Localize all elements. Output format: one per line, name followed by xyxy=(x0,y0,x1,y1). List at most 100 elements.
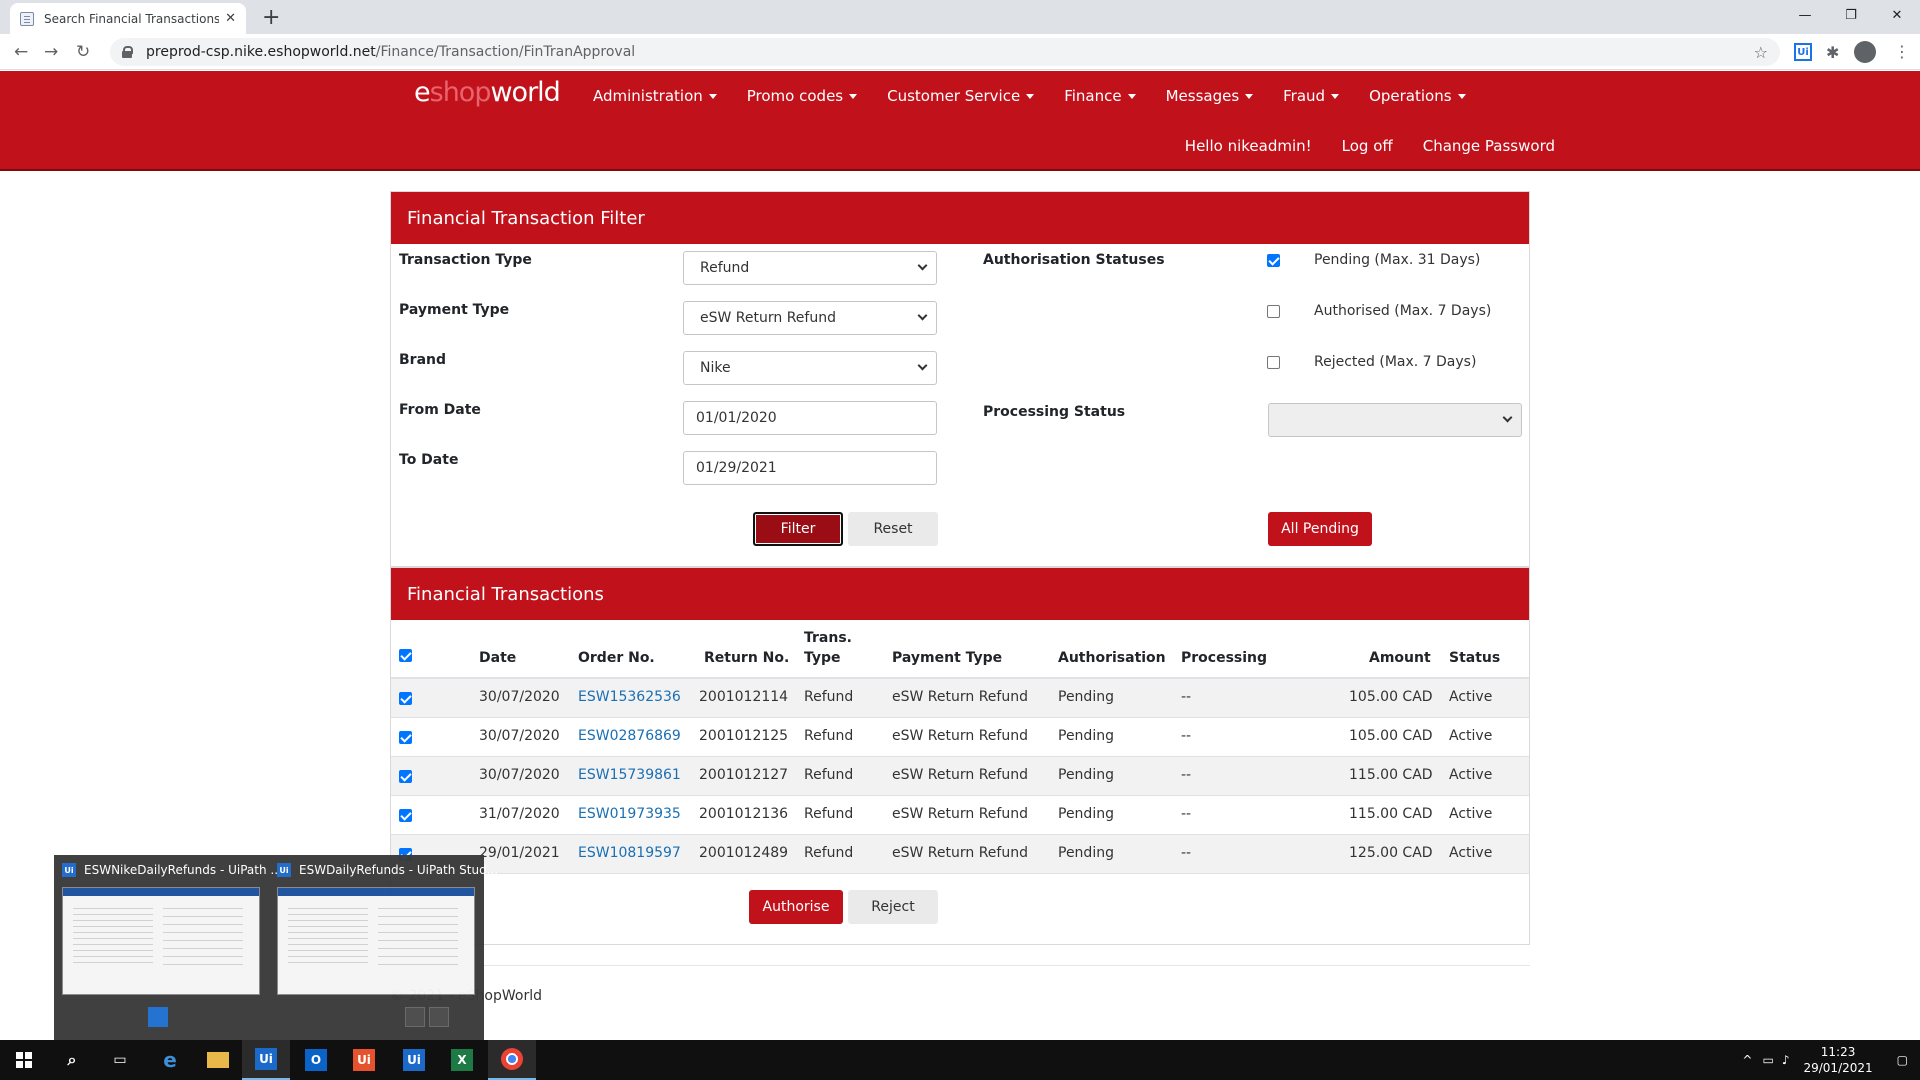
url-host: preprod-csp.nike.eshopworld.net xyxy=(146,44,376,60)
window-preview xyxy=(62,887,260,995)
order-link[interactable]: ESW15362536 xyxy=(578,689,681,705)
site-header: eshopworld Administration Promo codes Cu… xyxy=(0,71,1920,171)
order-link[interactable]: ESW10819597 xyxy=(578,845,681,861)
excel-icon[interactable]: X xyxy=(438,1040,486,1080)
reject-button[interactable]: Reject xyxy=(848,890,938,924)
row-date: 31/07/2020 xyxy=(479,806,560,822)
rejected-checkbox[interactable] xyxy=(1267,356,1280,369)
table-row[interactable]: 31/07/2020 ESW01973935 2001012136 Refund… xyxy=(391,796,1529,835)
row-checkbox[interactable] xyxy=(399,770,412,783)
authorised-checkbox[interactable] xyxy=(1267,305,1280,318)
col-date: Date xyxy=(479,650,517,666)
reload-icon[interactable]: ↻ xyxy=(76,42,90,62)
forward-icon[interactable]: → xyxy=(44,42,58,62)
row-checkbox[interactable] xyxy=(399,692,412,705)
uipath-studio-icon[interactable]: Ui xyxy=(242,1040,290,1080)
bookmark-star-icon[interactable]: ☆ xyxy=(1754,43,1768,62)
uipath-robot-icon[interactable]: Ui xyxy=(390,1040,438,1080)
table-row[interactable]: 30/07/2020 ESW15362536 2001012114 Refund… xyxy=(391,679,1529,718)
from-date-input[interactable]: 01/01/2020 xyxy=(683,401,937,435)
uipath-assistant-icon[interactable]: Ui xyxy=(340,1040,388,1080)
chrome-icon[interactable] xyxy=(488,1040,536,1080)
row-return-no: 2001012125 xyxy=(699,728,789,744)
logoff-link[interactable]: Log off xyxy=(1342,137,1393,155)
file-explorer-icon[interactable] xyxy=(194,1040,242,1080)
outlook-icon[interactable]: O xyxy=(292,1040,340,1080)
change-password-link[interactable]: Change Password xyxy=(1423,137,1555,155)
brand-select[interactable]: Nike xyxy=(683,351,937,385)
nav-finance[interactable]: Finance xyxy=(1064,87,1136,105)
eshopworld-logo[interactable]: eshopworld xyxy=(414,77,561,108)
row-processing: -- xyxy=(1181,728,1192,744)
network-icon[interactable]: ▭ xyxy=(1762,1053,1773,1067)
start-button[interactable] xyxy=(0,1040,48,1080)
browser-tab-bar: Search Financial Transactions - eS ✕ + —… xyxy=(0,0,1920,34)
nav-customer-service[interactable]: Customer Service xyxy=(887,87,1035,105)
pending-checkbox[interactable] xyxy=(1267,254,1280,267)
chevron-down-icon xyxy=(917,360,928,371)
new-tab-icon[interactable]: + xyxy=(262,5,280,30)
window-thumbnail-2[interactable]: Ui ESWDailyRefunds - UiPath Stud... xyxy=(269,855,498,1040)
row-authorisation: Pending xyxy=(1058,689,1114,705)
row-authorisation: Pending xyxy=(1058,845,1114,861)
table-row[interactable]: 29/01/2021 ESW10819597 2001012489 Refund… xyxy=(391,835,1529,874)
nav-administration[interactable]: Administration xyxy=(593,87,717,105)
to-date-input[interactable]: 01/29/2021 xyxy=(683,451,937,485)
volume-icon[interactable]: ♪ xyxy=(1782,1053,1790,1067)
notifications-icon[interactable]: ▢ xyxy=(1897,1053,1908,1067)
row-type: Refund xyxy=(804,728,854,744)
extensions-icon[interactable]: ✱ xyxy=(1826,43,1839,62)
lock-icon[interactable] xyxy=(122,46,133,58)
table-row[interactable]: 30/07/2020 ESW02876869 2001012125 Refund… xyxy=(391,718,1529,757)
nav-operations[interactable]: Operations xyxy=(1369,87,1466,105)
transaction-type-select[interactable]: Refund xyxy=(683,251,937,285)
filter-button[interactable]: Filter xyxy=(753,512,843,546)
restore-icon[interactable]: ❐ xyxy=(1828,0,1874,30)
edge-icon[interactable]: e xyxy=(146,1040,194,1080)
stop-icon[interactable] xyxy=(148,1007,168,1027)
order-link[interactable]: ESW01973935 xyxy=(578,806,681,822)
nav-promo-codes[interactable]: Promo codes xyxy=(747,87,858,105)
search-icon[interactable]: ⌕ xyxy=(48,1040,96,1080)
filter-panel: Financial Transaction Filter Transaction… xyxy=(390,191,1530,567)
row-return-no: 2001012136 xyxy=(699,806,789,822)
window-thumbnail-1[interactable]: Ui ESWNikeDailyRefunds - UiPath ... xyxy=(54,855,282,1040)
row-checkbox[interactable] xyxy=(399,731,412,744)
minimize-icon[interactable]: — xyxy=(1782,0,1828,30)
back-icon[interactable]: ← xyxy=(14,42,28,62)
uipath-extension-icon[interactable]: Ui xyxy=(1794,43,1812,61)
tab-title: Search Financial Transactions - eS xyxy=(44,11,220,26)
row-processing: -- xyxy=(1181,845,1192,861)
order-link[interactable]: ESW15739861 xyxy=(578,767,681,783)
clock[interactable]: 11:23 29/01/2021 xyxy=(1803,1044,1872,1076)
close-window-icon[interactable]: ✕ xyxy=(1874,0,1920,30)
task-view-icon[interactable]: ▭ xyxy=(96,1040,144,1080)
browser-tab[interactable]: Search Financial Transactions - eS ✕ xyxy=(10,3,246,34)
row-date: 30/07/2020 xyxy=(479,728,560,744)
col-return-no: Return No. xyxy=(704,650,790,666)
play-icon[interactable] xyxy=(405,1007,425,1027)
row-checkbox[interactable] xyxy=(399,809,412,822)
close-tab-icon[interactable]: ✕ xyxy=(225,11,236,26)
profile-avatar-icon[interactable] xyxy=(1854,41,1876,63)
browser-menu-icon[interactable]: ⋮ xyxy=(1894,42,1910,61)
authorise-button[interactable]: Authorise xyxy=(749,890,843,924)
all-pending-button[interactable]: All Pending xyxy=(1268,512,1372,546)
to-date-label: To Date xyxy=(399,452,459,468)
payment-type-select[interactable]: eSW Return Refund xyxy=(683,301,937,335)
nav-messages[interactable]: Messages xyxy=(1166,87,1254,105)
greeting-link[interactable]: Hello nikeadmin! xyxy=(1185,137,1312,155)
col-type: Type xyxy=(804,650,841,666)
reset-button[interactable]: Reset xyxy=(848,512,938,546)
nav-fraud[interactable]: Fraud xyxy=(1283,87,1340,105)
footer-divider xyxy=(390,965,1530,966)
select-all-checkbox[interactable] xyxy=(399,649,412,662)
url-field[interactable]: preprod-csp.nike.eshopworld.net/Finance/… xyxy=(110,38,1780,66)
chevron-up-icon[interactable]: ^ xyxy=(1742,1053,1752,1067)
order-link[interactable]: ESW02876869 xyxy=(578,728,681,744)
stop-icon[interactable] xyxy=(429,1007,449,1027)
caret-down-icon xyxy=(708,94,717,99)
processing-status-select[interactable] xyxy=(1268,403,1522,437)
transactions-panel: Financial Transactions Date Order No. Re… xyxy=(390,567,1530,945)
table-row[interactable]: 30/07/2020 ESW15739861 2001012127 Refund… xyxy=(391,757,1529,796)
